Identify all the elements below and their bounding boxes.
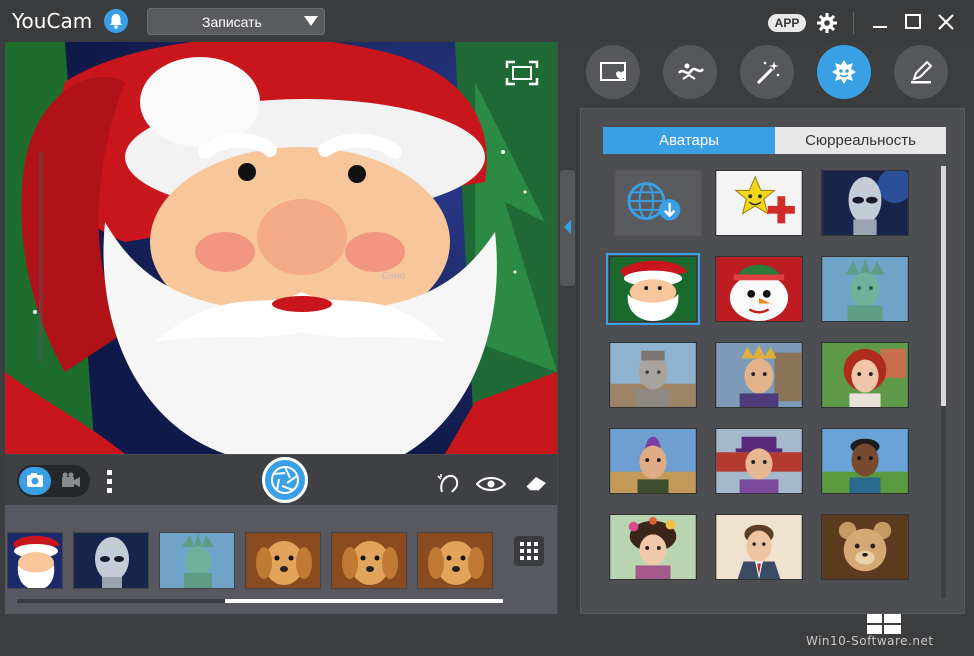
tab-frames[interactable]: [586, 45, 640, 99]
avatar-alien[interactable]: [821, 170, 909, 236]
app-title: YouCam: [12, 9, 93, 33]
panel-collapse-handle[interactable]: [560, 170, 575, 286]
preview-overlay-text: Окно: [382, 271, 406, 282]
segment-surreal[interactable]: Сюрреальность: [775, 127, 946, 154]
thumbnail-dog-3[interactable]: [417, 532, 493, 589]
avatar-dark-skin-man[interactable]: [821, 428, 909, 494]
chevron-left-icon: [564, 220, 571, 234]
thumbnail-dog-1[interactable]: [245, 532, 321, 589]
watermark: Win10-Software.net: [806, 634, 934, 648]
grid-view-icon[interactable]: [514, 536, 544, 566]
avatar-redhead-woman[interactable]: [821, 342, 909, 408]
avatar-mohawk-man[interactable]: [609, 428, 697, 494]
avatar-floral-woman[interactable]: [609, 514, 697, 580]
camera-preview: [5, 42, 557, 454]
thumbnail-santa[interactable]: [7, 532, 63, 589]
avatar-scrollbar-thumb[interactable]: [941, 166, 946, 406]
minimize-icon[interactable]: [870, 12, 890, 32]
maximize-icon[interactable]: [903, 12, 923, 32]
tab-effects[interactable]: [663, 45, 717, 99]
tab-draw[interactable]: [894, 45, 948, 99]
notification-bell-icon[interactable]: [104, 9, 128, 33]
avatar-businessman[interactable]: [715, 514, 803, 580]
chevron-down-icon: [304, 16, 318, 26]
capture-shutter-button[interactable]: [262, 457, 308, 503]
avatar-download-more[interactable]: [614, 170, 702, 236]
more-options-icon[interactable]: [106, 469, 114, 500]
avatar-snowman[interactable]: [715, 256, 803, 322]
record-dropdown-label: Записать: [202, 14, 262, 30]
avatar-purple-hat[interactable]: [715, 428, 803, 494]
face-enhance-icon[interactable]: [436, 472, 460, 499]
app-badge-button[interactable]: APP: [768, 14, 806, 32]
photo-mode-button[interactable]: [19, 467, 51, 495]
record-dropdown[interactable]: Записать: [147, 8, 325, 35]
fullscreen-icon[interactable]: [505, 60, 539, 91]
tab-avatars[interactable]: [817, 45, 871, 99]
segment-avatars[interactable]: Аватары: [603, 127, 775, 154]
thumbnail-dog-2[interactable]: [331, 532, 407, 589]
tab-magic[interactable]: [740, 45, 794, 99]
avatar-king[interactable]: [715, 342, 803, 408]
video-mode-icon[interactable]: [60, 471, 82, 496]
thumbnail-liberty[interactable]: [159, 532, 235, 589]
thumbnail-scroll-thumb[interactable]: [225, 599, 503, 603]
close-icon[interactable]: [936, 12, 956, 32]
avatar-santa[interactable]: [606, 253, 700, 325]
avatar-teddy-bear[interactable]: [821, 514, 909, 580]
avatar-create-custom[interactable]: [715, 170, 803, 236]
avatar-statue-of-liberty[interactable]: [821, 256, 909, 322]
eraser-icon[interactable]: [524, 475, 548, 498]
gear-icon[interactable]: [816, 12, 838, 39]
thumbnail-alien[interactable]: [73, 532, 149, 589]
title-divider: [853, 12, 854, 34]
eye-icon[interactable]: [475, 476, 507, 497]
avatar-terracotta-warrior[interactable]: [609, 342, 697, 408]
